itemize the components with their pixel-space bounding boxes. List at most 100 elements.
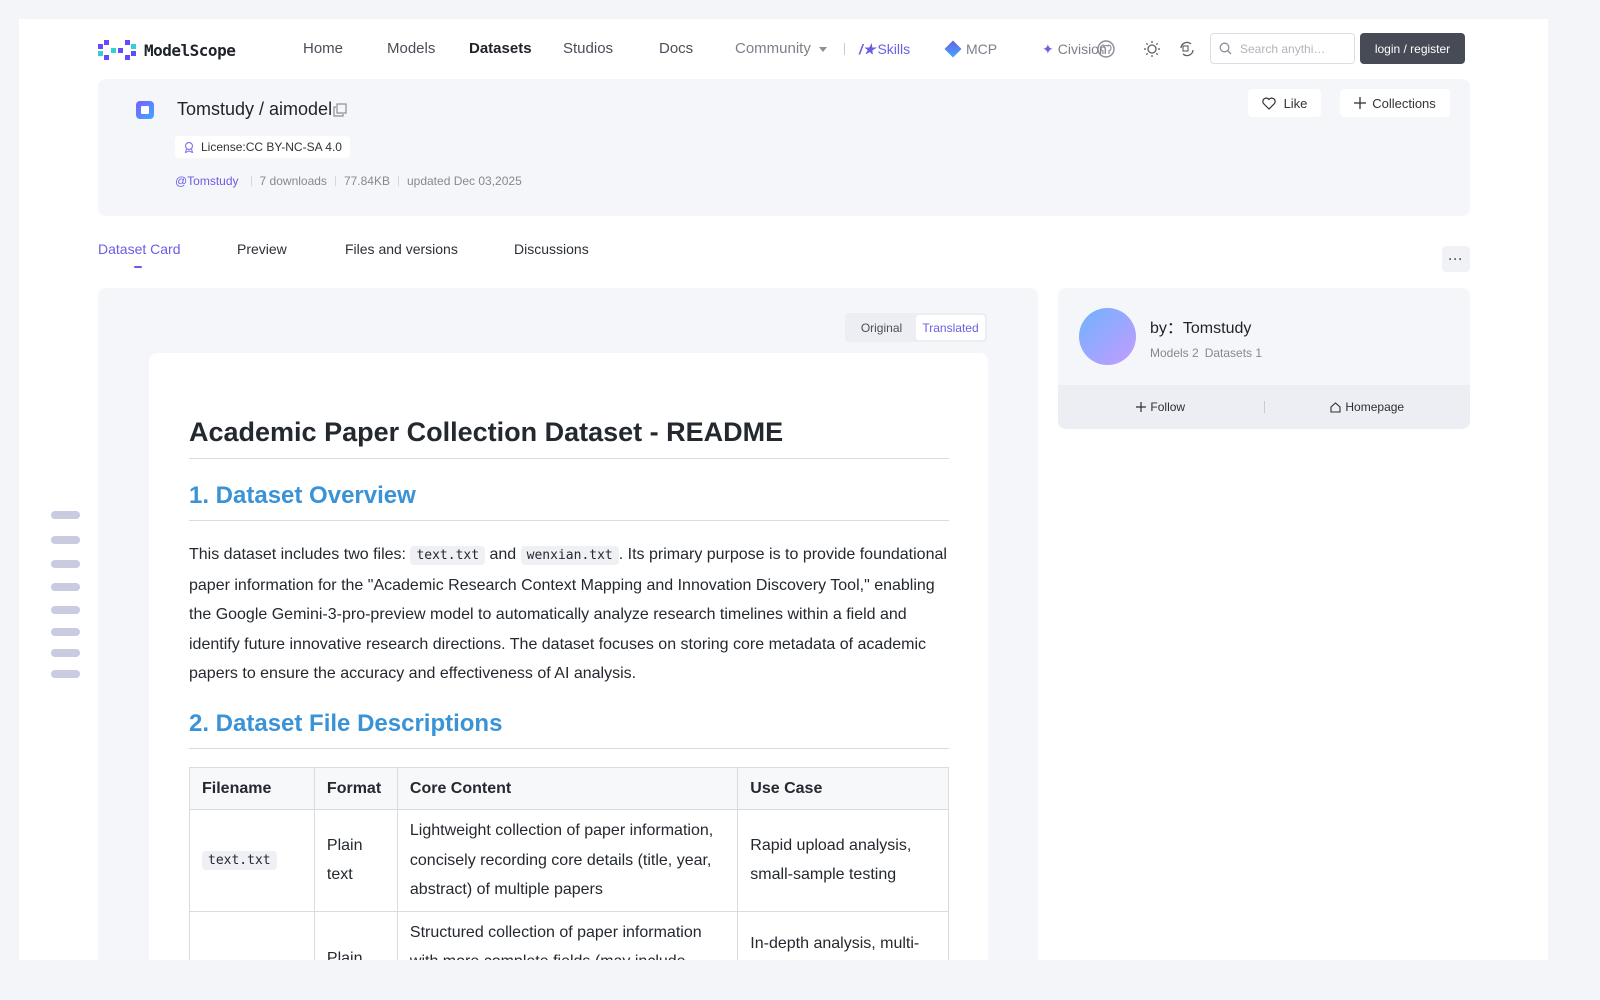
plus-icon <box>1136 402 1147 412</box>
overview-text-1: This dataset includes two files: <box>189 546 411 563</box>
table-cell: Lightweight collection of paper informat… <box>396 809 739 912</box>
github-icon[interactable] <box>1096 39 1116 59</box>
outline-item[interactable] <box>51 511 80 519</box>
author-actions: Follow Homepage <box>1058 385 1470 429</box>
outline-item[interactable] <box>51 583 80 591</box>
like-button[interactable]: Like <box>1248 89 1321 117</box>
table-cell: text.txt <box>189 809 315 912</box>
repo-header-card: Tomstudy / aimodel License:CC BY-NC-SA 4… <box>98 79 1470 216</box>
nav-community-label: Community <box>735 40 811 57</box>
original-translated-toggle[interactable]: Original Translated <box>845 313 987 342</box>
outline-item[interactable] <box>51 628 80 636</box>
nav-divider <box>844 43 845 55</box>
search-box[interactable] <box>1210 33 1355 64</box>
author-link[interactable]: @Tomstudy <box>175 174 239 188</box>
outline-item[interactable] <box>51 536 80 544</box>
search-icon <box>1219 42 1232 55</box>
overview-paragraph: This dataset includes two files: text.tx… <box>189 540 949 689</box>
outline-item[interactable] <box>51 649 80 657</box>
table-cell <box>189 910 315 960</box>
nav-mcp[interactable]: MCP <box>944 39 998 59</box>
overview-text-3: . Its primary purpose is to provide foun… <box>189 546 947 682</box>
chevron-down-icon <box>818 46 827 52</box>
table-row: text.txt Plain text Lightweight collecti… <box>189 809 949 912</box>
nav-models[interactable]: Models <box>387 39 435 59</box>
original-option[interactable]: Original <box>847 315 916 340</box>
active-tab-indicator <box>134 266 142 268</box>
nav-home[interactable]: Home <box>303 39 343 59</box>
follow-button[interactable]: Follow <box>1058 400 1264 414</box>
sun-glyph <box>1144 41 1160 57</box>
table-header-cell: Filename <box>189 767 315 810</box>
homepage-button[interactable]: Homepage <box>1265 400 1471 414</box>
readme-title: Academic Paper Collection Dataset - READ… <box>189 417 949 459</box>
table-cell: Rapid upload analysis, small-sample test… <box>737 809 949 912</box>
meta-divider <box>250 176 252 186</box>
updated-date: updated Dec 03,2025 <box>406 174 522 188</box>
login-register-button[interactable]: login / register <box>1360 33 1465 64</box>
tab-dataset-card[interactable]: Dataset Card <box>98 241 180 257</box>
table-header-cell: Core Content <box>396 767 739 810</box>
language-glyph <box>1180 41 1194 57</box>
nav-skills[interactable]: /★ Skills <box>859 39 910 59</box>
table-cell: Plain <box>313 910 398 960</box>
nav-community[interactable]: Community <box>735 39 827 59</box>
file-description-table: Filename Format Core Content Use Case te… <box>189 767 949 960</box>
outline-item[interactable] <box>51 670 80 678</box>
sparkle-icon: ✦ <box>1042 41 1054 57</box>
like-label: Like <box>1283 95 1308 111</box>
ellipsis-icon: ··· <box>1448 252 1464 266</box>
heart-icon <box>1261 97 1276 110</box>
section-heading-files: 2. Dataset File Descriptions <box>189 710 949 749</box>
search-input[interactable] <box>1240 41 1340 56</box>
dataset-size: 77.84KB <box>343 174 390 188</box>
translated-option[interactable]: Translated <box>916 315 985 340</box>
plus-icon <box>1354 97 1367 109</box>
meta-divider <box>334 176 336 186</box>
license-icon <box>184 141 194 153</box>
table-cell: Plain text <box>313 809 398 912</box>
repo-title: Tomstudy / aimodel <box>177 99 333 119</box>
author-name[interactable]: by：Tomstudy <box>1150 314 1251 338</box>
author-stats: Models 2 Datasets 1 <box>1150 346 1262 360</box>
theme-sun-icon[interactable] <box>1142 39 1162 59</box>
modelscope-logo[interactable]: ModelScope <box>98 39 248 61</box>
collections-label: Collections <box>1372 95 1436 111</box>
logo-mark-icon <box>98 40 136 60</box>
table-cell: In-depth analysis, multi- <box>737 910 949 960</box>
section-heading-overview: 1. Dataset Overview <box>189 482 949 521</box>
brand-name: ModelScope <box>144 40 236 60</box>
follow-label: Follow <box>1150 400 1186 414</box>
table-header-row: Filename Format Core Content Use Case <box>189 767 949 810</box>
collections-button[interactable]: Collections <box>1340 89 1450 117</box>
table-header-cell: Format <box>313 767 398 810</box>
outline-item[interactable] <box>51 560 80 568</box>
code-text-txt: text.txt <box>410 546 486 565</box>
homepage-label: Homepage <box>1345 400 1405 414</box>
license-badge[interactable]: License:CC BY-NC-SA 4.0 <box>175 136 350 158</box>
github-glyph <box>1097 40 1115 58</box>
tab-discussions[interactable]: Discussions <box>514 241 589 257</box>
table-header-cell: Use Case <box>737 767 949 810</box>
table-row: Plain Structured collection of paper inf… <box>189 910 949 960</box>
author-models-count[interactable]: Models 2 <box>1150 346 1199 360</box>
copy-icon[interactable] <box>333 103 347 117</box>
nav-docs[interactable]: Docs <box>659 39 693 59</box>
overview-text-2: and <box>485 546 521 563</box>
readme-document: Academic Paper Collection Dataset - READ… <box>149 353 988 960</box>
avatar[interactable] <box>1079 308 1136 365</box>
more-options-button[interactable]: ··· <box>1442 246 1470 272</box>
outline-item[interactable] <box>51 606 80 614</box>
repo-meta: @Tomstudy 7 downloads 77.84KB updated De… <box>175 174 522 188</box>
nav-datasets[interactable]: Datasets <box>469 39 532 59</box>
dataset-card-panel: Original Translated Academic Paper Colle… <box>98 288 1038 960</box>
meta-divider <box>397 176 399 186</box>
license-text: License:CC BY-NC-SA 4.0 <box>201 140 342 154</box>
nav-studios[interactable]: Studios <box>563 39 613 59</box>
tab-preview[interactable]: Preview <box>237 241 287 257</box>
language-icon[interactable] <box>1177 39 1197 59</box>
tab-files-and-versions[interactable]: Files and versions <box>345 241 458 257</box>
author-datasets-count[interactable]: Datasets 1 <box>1205 346 1262 360</box>
nav-mcp-label: MCP <box>966 41 998 57</box>
dataset-icon <box>136 101 154 119</box>
